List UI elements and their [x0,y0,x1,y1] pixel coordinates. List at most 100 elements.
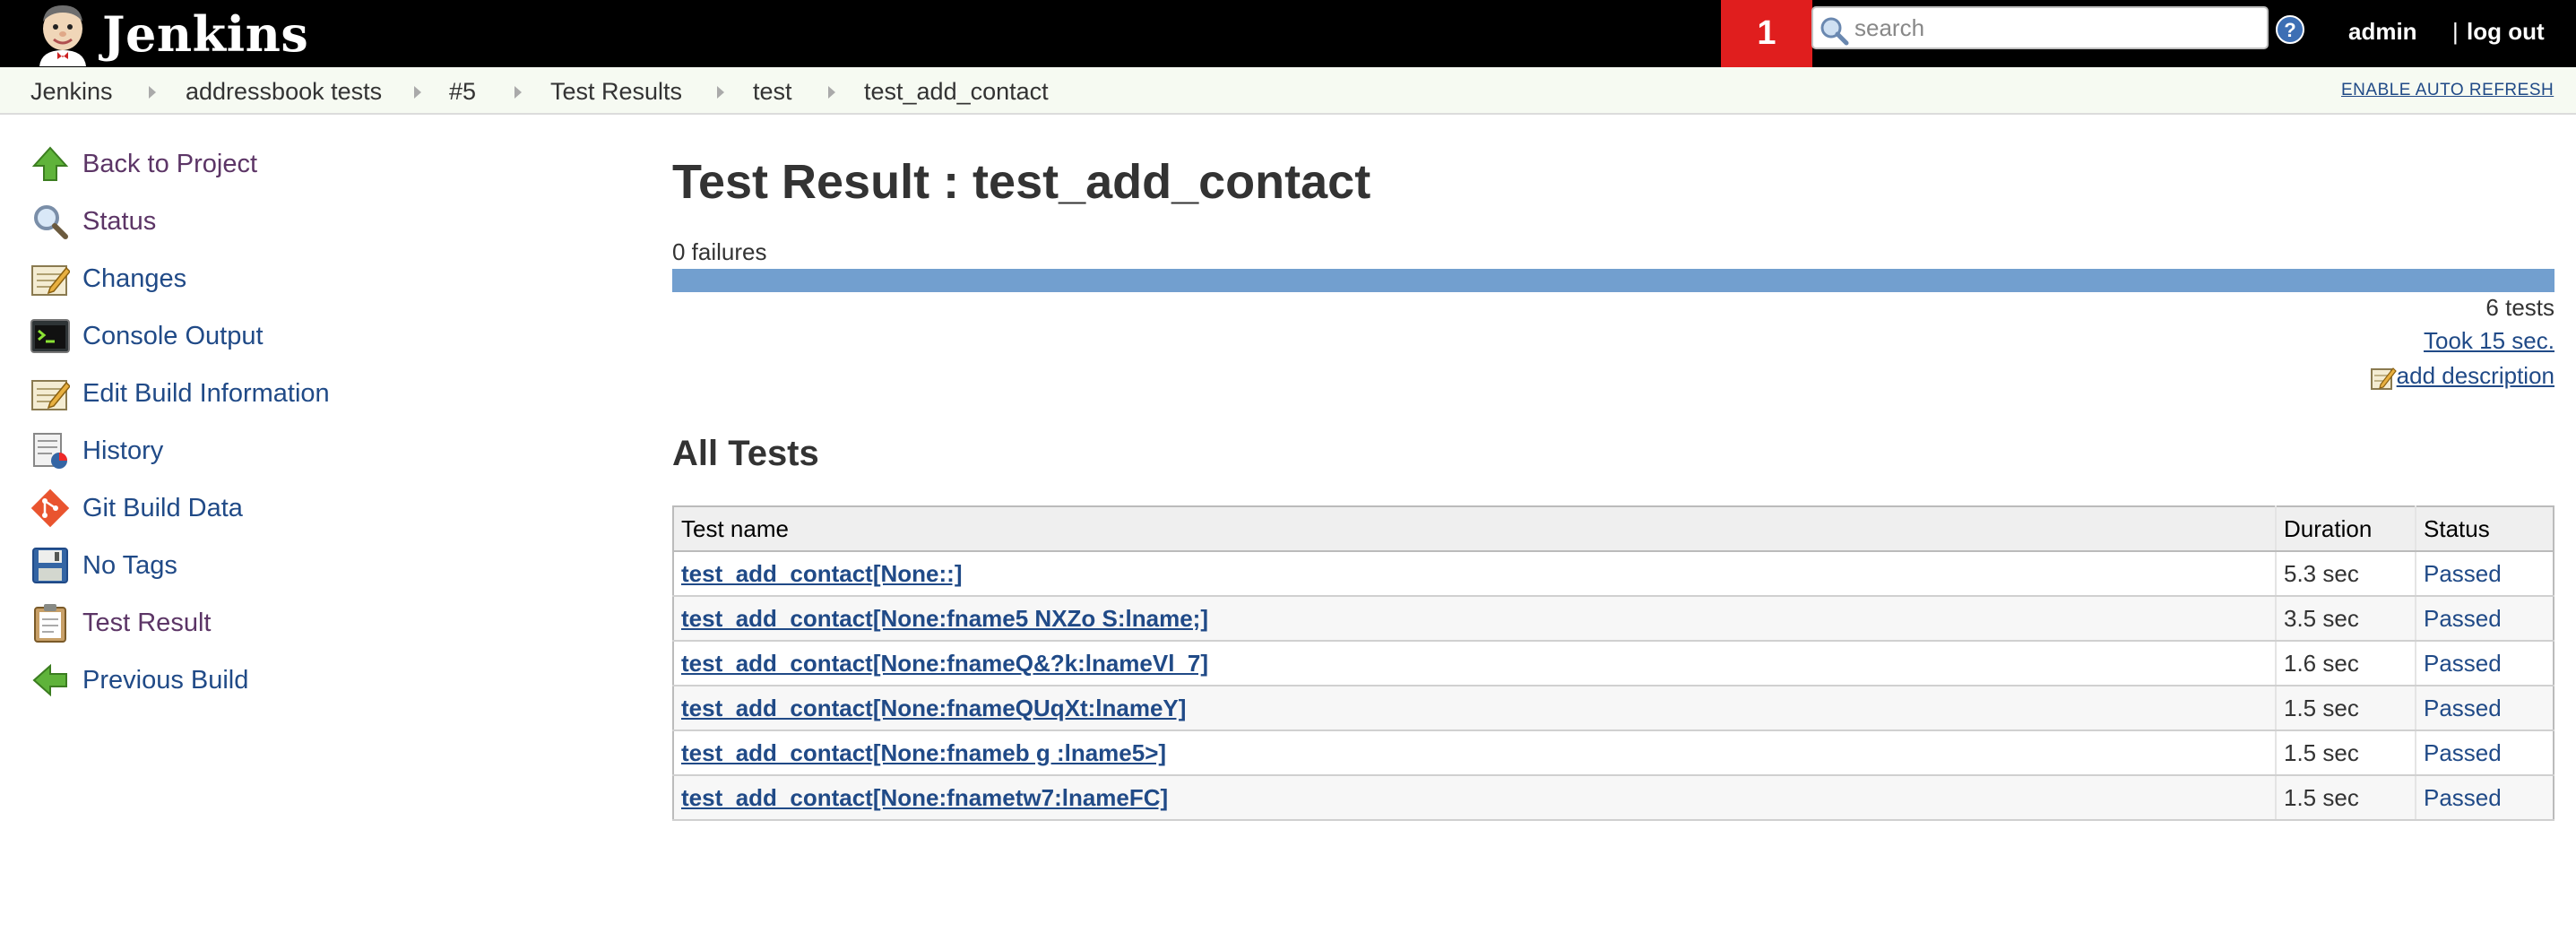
status-cell: Passed [2415,775,2554,821]
breadcrumb-build[interactable]: #5 [449,78,476,106]
user-link[interactable]: admin [2348,18,2417,46]
test-name-cell: test_add_contact[None::] [673,551,2276,597]
notepad-icon [29,257,72,300]
status-cell: Passed [2415,730,2554,776]
sidebar-item-git-build-data[interactable]: Git Build Data [29,487,243,530]
table-row: test_add_contact[None:fnameQ&?k:lnameVl_… [673,641,2554,686]
sidebar-item-label[interactable]: Previous Build [82,666,248,695]
duration-cell: 1.5 sec [2275,686,2416,731]
tests-table: Test name Duration Status test_add_conta… [672,505,2554,821]
logout-link[interactable]: log out [2467,18,2545,46]
table-row: test_add_contact[None::] 5.3 sec Passed [673,551,2554,597]
sidebar-item-label[interactable]: Back to Project [82,150,257,179]
test-name-link[interactable]: test_add_contact[None::] [681,560,962,587]
sidebar-item-label[interactable]: Console Output [82,322,264,351]
terminal-icon [29,315,72,358]
duration-cell: 1.6 sec [2275,641,2416,686]
add-description-container: add description [2370,359,2554,392]
top-header: Jenkins 1 ? admin | log out [0,0,2576,67]
status-cell: Passed [2415,641,2554,686]
duration-cell: 1.5 sec [2275,730,2416,776]
tests-count: 6 tests [2485,294,2554,321]
table-header-row: Test name Duration Status [673,506,2554,552]
sidebar-item-test-result[interactable]: Test Result [29,601,211,644]
status-cell: Passed [2415,686,2554,731]
test-name-cell: test_add_contact[None:fname5 NXZo S:lnam… [673,596,2276,642]
help-icon[interactable]: ? [2275,14,2305,45]
breadcrumb-jenkins[interactable]: Jenkins [30,78,113,106]
sidebar-item-label[interactable]: Edit Build Information [82,379,330,409]
sidebar-item-back-to-project[interactable]: Back to Project [29,142,257,186]
sidebar-item-edit-build-information[interactable]: Edit Build Information [29,372,330,415]
duration-link[interactable]: Took 15 sec. [2424,327,2554,355]
search-input[interactable] [1853,12,2260,44]
breadcrumb-arrow-icon[interactable] [514,86,522,99]
breadcrumb-job[interactable]: addressbook tests [186,78,382,106]
jenkins-butler-icon [39,5,86,66]
sidebar-item-history[interactable]: History [29,429,163,472]
breadcrumb-arrow-icon[interactable] [149,86,156,99]
sidebar-item-label[interactable]: Test Result [82,609,211,638]
svg-text:?: ? [2284,19,2295,41]
sidebar-item-no-tags[interactable]: No Tags [29,544,177,587]
test-result-progress-bar [672,269,2554,292]
breadcrumb-arrow-icon[interactable] [717,86,724,99]
jenkins-logo[interactable]: Jenkins [32,2,308,66]
page-title: Test Result : test_add_contact [672,155,1371,209]
sidebar-item-label[interactable]: No Tags [82,551,177,581]
sidebar-item-previous-build[interactable]: Previous Build [29,659,248,702]
test-name-cell: test_add_contact[None:fnameb g :lname5>] [673,730,2276,776]
sidebar-item-label[interactable]: History [82,436,163,466]
sidebar-item-status[interactable]: Status [29,200,156,243]
column-header-status[interactable]: Status [2415,506,2554,552]
failure-count: 0 failures [672,238,767,265]
up-arrow-icon [29,142,72,186]
column-header-test-name[interactable]: Test name [673,506,2276,552]
notepad-icon [29,372,72,415]
history-chart-icon [29,429,72,472]
test-name-link[interactable]: test_add_contact[None:fnameb g :lname5>] [681,739,1166,766]
table-row: test_add_contact[None:fnameQUqXt:lnameY]… [673,686,2554,731]
sidebar-item-console-output[interactable]: Console Output [29,315,264,358]
logo-text: Jenkins [102,5,309,63]
clipboard-icon [29,601,72,644]
table-row: test_add_contact[None:fnametw7:lnameFC] … [673,775,2554,821]
notification-badge[interactable]: 1 [1721,0,1812,67]
breadcrumb-test-add-contact[interactable]: test_add_contact [864,78,1049,106]
add-description-link[interactable]: add description [2397,362,2554,390]
column-header-duration[interactable]: Duration [2275,506,2416,552]
test-name-cell: test_add_contact[None:fnametw7:lnameFC] [673,775,2276,821]
test-name-link[interactable]: test_add_contact[None:fnameQ&?k:lnameVl_… [681,650,1208,677]
edit-note-icon[interactable] [2370,365,2397,392]
table-row: test_add_contact[None:fnameb g :lname5>]… [673,730,2554,776]
test-name-link[interactable]: test_add_contact[None:fnametw7:lnameFC] [681,784,1168,811]
left-arrow-icon [29,659,72,702]
status-cell: Passed [2415,596,2554,642]
search-icon [1820,17,1849,46]
duration-cell: 5.3 sec [2275,551,2416,597]
test-name-link[interactable]: test_add_contact[None:fname5 NXZo S:lnam… [681,605,1208,632]
sidebar-item-label[interactable]: Status [82,207,156,237]
magnifier-icon [29,200,72,243]
breadcrumb-arrow-icon[interactable] [414,86,421,99]
logout-separator: | [2452,18,2459,45]
status-cell: Passed [2415,551,2554,597]
test-name-cell: test_add_contact[None:fnameQ&?k:lnameVl_… [673,641,2276,686]
sidebar-item-label[interactable]: Changes [82,264,186,294]
test-name-cell: test_add_contact[None:fnameQUqXt:lnameY] [673,686,2276,731]
test-name-link[interactable]: test_add_contact[None:fnameQUqXt:lnameY] [681,695,1186,721]
table-row: test_add_contact[None:fname5 NXZo S:lnam… [673,596,2554,642]
enable-auto-refresh-link[interactable]: ENABLE AUTO REFRESH [2341,81,2554,100]
breadcrumb-test-results[interactable]: Test Results [550,78,682,106]
breadcrumb-test[interactable]: test [753,78,792,106]
save-disk-icon [29,544,72,587]
breadcrumb: Jenkins addressbook tests #5 Test Result… [0,67,2576,115]
sidebar-item-changes[interactable]: Changes [29,257,186,300]
duration-cell: 3.5 sec [2275,596,2416,642]
pass-fill [672,269,2554,292]
all-tests-heading: All Tests [672,434,819,473]
sidebar-item-label[interactable]: Git Build Data [82,494,243,523]
duration-cell: 1.5 sec [2275,775,2416,821]
search-box [1811,6,2269,49]
breadcrumb-arrow-icon[interactable] [828,86,835,99]
